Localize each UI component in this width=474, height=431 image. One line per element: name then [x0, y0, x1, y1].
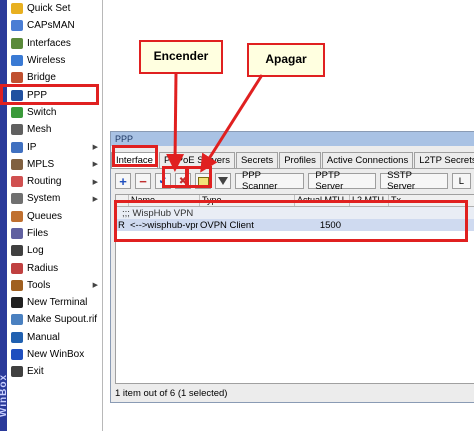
- enable-button-highlight: [162, 166, 188, 188]
- sidebar-item-radius[interactable]: Radius: [8, 259, 102, 276]
- enable-callout: Encender: [139, 40, 223, 74]
- submenu-arrow-icon: ▶: [92, 161, 98, 169]
- sidebar-item-files[interactable]: Files: [8, 225, 102, 242]
- interface-tab-highlight: [112, 145, 158, 167]
- sidebar-item-wireless[interactable]: Wireless: [8, 52, 102, 69]
- sidebar-item-label: Switch: [27, 106, 57, 118]
- sidebar-item-label: Log: [27, 245, 44, 257]
- wireless-icon: [11, 55, 23, 67]
- sidebar-item-mesh[interactable]: Mesh: [8, 121, 102, 138]
- submenu-arrow-icon: ▶: [92, 178, 98, 186]
- filter-button[interactable]: [215, 173, 231, 189]
- sidebar-item-label: Routing: [27, 176, 62, 188]
- sidebar-item-exit[interactable]: Exit: [8, 363, 102, 380]
- tab-active-connections[interactable]: Active Connections: [321, 152, 414, 168]
- sidebar-item-quick-set[interactable]: Quick Set: [8, 0, 102, 17]
- winbox-icon: [11, 349, 23, 361]
- sidebar-item-label: New WinBox: [27, 349, 85, 361]
- ip-icon: [11, 141, 23, 153]
- sidebar-item-log[interactable]: Log: [8, 242, 102, 259]
- tab-profiles[interactable]: Profiles: [279, 152, 321, 168]
- sidebar-item-make-supout-rif[interactable]: Make Supout.rif: [8, 311, 102, 328]
- sidebar-item-manual[interactable]: Manual: [8, 329, 102, 346]
- tab-l2tp-secrets[interactable]: L2TP Secrets: [414, 152, 474, 168]
- sidebar-item-tools[interactable]: Tools ▶: [8, 277, 102, 294]
- sidebar-item-label: CAPsMAN: [27, 20, 75, 32]
- sidebar-item-label: Wireless: [27, 55, 66, 67]
- l2tp-server-button[interactable]: L: [451, 173, 472, 189]
- submenu-arrow-icon: ▶: [92, 282, 98, 290]
- sidebar-item-label: Files: [27, 228, 49, 239]
- manual-icon: [11, 331, 23, 343]
- sidebar-item-label: Mesh: [27, 124, 52, 136]
- sidebar-item-label: IP: [27, 141, 37, 153]
- terminal-icon: [11, 297, 23, 309]
- sidebar-item-switch[interactable]: Switch: [8, 104, 102, 121]
- sidebar-item-label: Interfaces: [27, 37, 71, 49]
- tools-icon: [11, 279, 23, 291]
- sidebar-item-label: Queues: [27, 210, 63, 222]
- sidebar-item-mpls[interactable]: MPLS ▶: [8, 156, 102, 173]
- quick-set-icon: [11, 3, 23, 15]
- sidebar-item-system[interactable]: System ▶: [8, 190, 102, 207]
- sidebar-menu: Quick Set CAPsMAN Interfaces Wireless Bridge…: [8, 0, 102, 381]
- files-icon: [11, 228, 23, 239]
- sidebar: WinBox Quick Set CAPsMAN Interfaces Wireles…: [0, 0, 103, 431]
- sidebar-item-ip[interactable]: IP ▶: [8, 138, 102, 155]
- vpn-row-highlight: [114, 200, 468, 242]
- pptp-server-button[interactable]: PPTP Server: [308, 170, 377, 192]
- sidebar-item-label: Manual: [27, 331, 60, 343]
- routing-icon: [11, 176, 23, 188]
- log-icon: [11, 245, 23, 257]
- tab-secrets[interactable]: Secrets: [235, 152, 279, 168]
- mpls-icon: [11, 158, 23, 170]
- sidebar-strip: WinBox: [0, 0, 9, 431]
- ppp-scanner-button[interactable]: PPP Scanner: [235, 170, 305, 192]
- queues-icon: [11, 210, 23, 222]
- sidebar-item-queues[interactable]: Queues: [8, 208, 102, 225]
- plus-icon: +: [119, 173, 127, 189]
- submenu-arrow-icon: ▶: [92, 144, 98, 152]
- sidebar-item-label: Bridge: [27, 72, 56, 84]
- sidebar-item-new-winbox[interactable]: New WinBox: [8, 346, 102, 363]
- sidebar-item-label: Quick Set: [27, 3, 71, 15]
- radius-icon: [11, 262, 23, 274]
- filter-icon: [218, 177, 228, 185]
- sidebar-item-label: Tools: [27, 279, 51, 291]
- submenu-arrow-icon: ▶: [92, 195, 98, 203]
- sidebar-item-interfaces[interactable]: Interfaces: [8, 35, 102, 52]
- sidebar-item-label: Exit: [27, 366, 44, 378]
- remove-button[interactable]: −: [135, 173, 151, 189]
- ppp-menu-highlight: [0, 84, 99, 105]
- capsman-icon: [11, 20, 23, 32]
- sidebar-item-routing[interactable]: Routing ▶: [8, 173, 102, 190]
- exit-icon: [11, 366, 23, 378]
- sidebar-item-label: MPLS: [27, 158, 55, 170]
- mesh-icon: [11, 124, 23, 136]
- add-button[interactable]: +: [115, 173, 131, 189]
- bridge-icon: [11, 72, 23, 84]
- minus-icon: −: [139, 173, 147, 189]
- sstp-server-button[interactable]: SSTP Server: [380, 170, 448, 192]
- system-icon: [11, 193, 23, 205]
- sidebar-item-label: System: [27, 193, 61, 205]
- sidebar-item-label: Radius: [27, 262, 59, 274]
- sidebar-item-label: Make Supout.rif: [27, 314, 98, 326]
- window-title: PPP: [111, 132, 474, 146]
- interfaces-icon: [11, 37, 23, 49]
- switch-icon: [11, 106, 23, 118]
- sidebar-item-label: New Terminal: [27, 297, 88, 309]
- disable-button-highlight: [186, 166, 212, 188]
- sidebar-item-new-terminal[interactable]: New Terminal: [8, 294, 102, 311]
- status-bar: 1 item out of 6 (1 selected): [115, 388, 228, 399]
- supout-icon: [11, 314, 23, 326]
- disable-callout: Apagar: [247, 43, 325, 77]
- sidebar-item-capsman[interactable]: CAPsMAN: [8, 17, 102, 34]
